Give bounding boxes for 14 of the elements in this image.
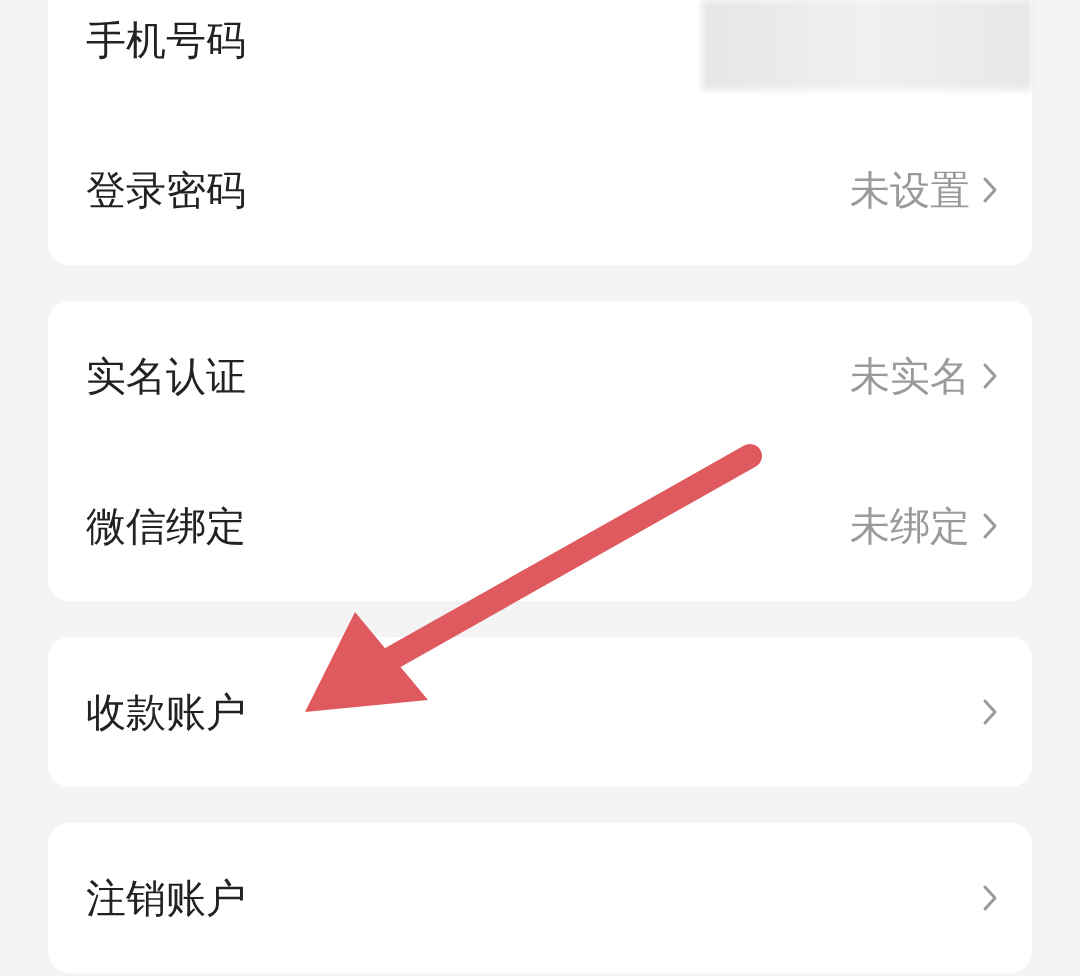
row-label[interactable]: 收款账户 — [86, 682, 982, 742]
row-label[interactable]: 登录密码 — [86, 160, 850, 220]
row-label[interactable]: 手机号码 — [86, 10, 702, 70]
row-value: 未实名 — [850, 352, 970, 401]
row-value: 未设置 — [850, 166, 970, 215]
chevron-right-icon — [982, 512, 998, 540]
row-label[interactable]: 微信绑定 — [86, 496, 850, 556]
row-label[interactable]: 实名认证 — [86, 346, 850, 406]
chevron-right-icon — [982, 362, 998, 390]
row-value: 未绑定 — [850, 502, 970, 551]
chevron-right-icon — [982, 176, 998, 204]
chevron-right-icon — [982, 698, 998, 726]
chevron-right-icon — [982, 884, 998, 912]
row-label[interactable]: 注销账户 — [86, 868, 982, 928]
